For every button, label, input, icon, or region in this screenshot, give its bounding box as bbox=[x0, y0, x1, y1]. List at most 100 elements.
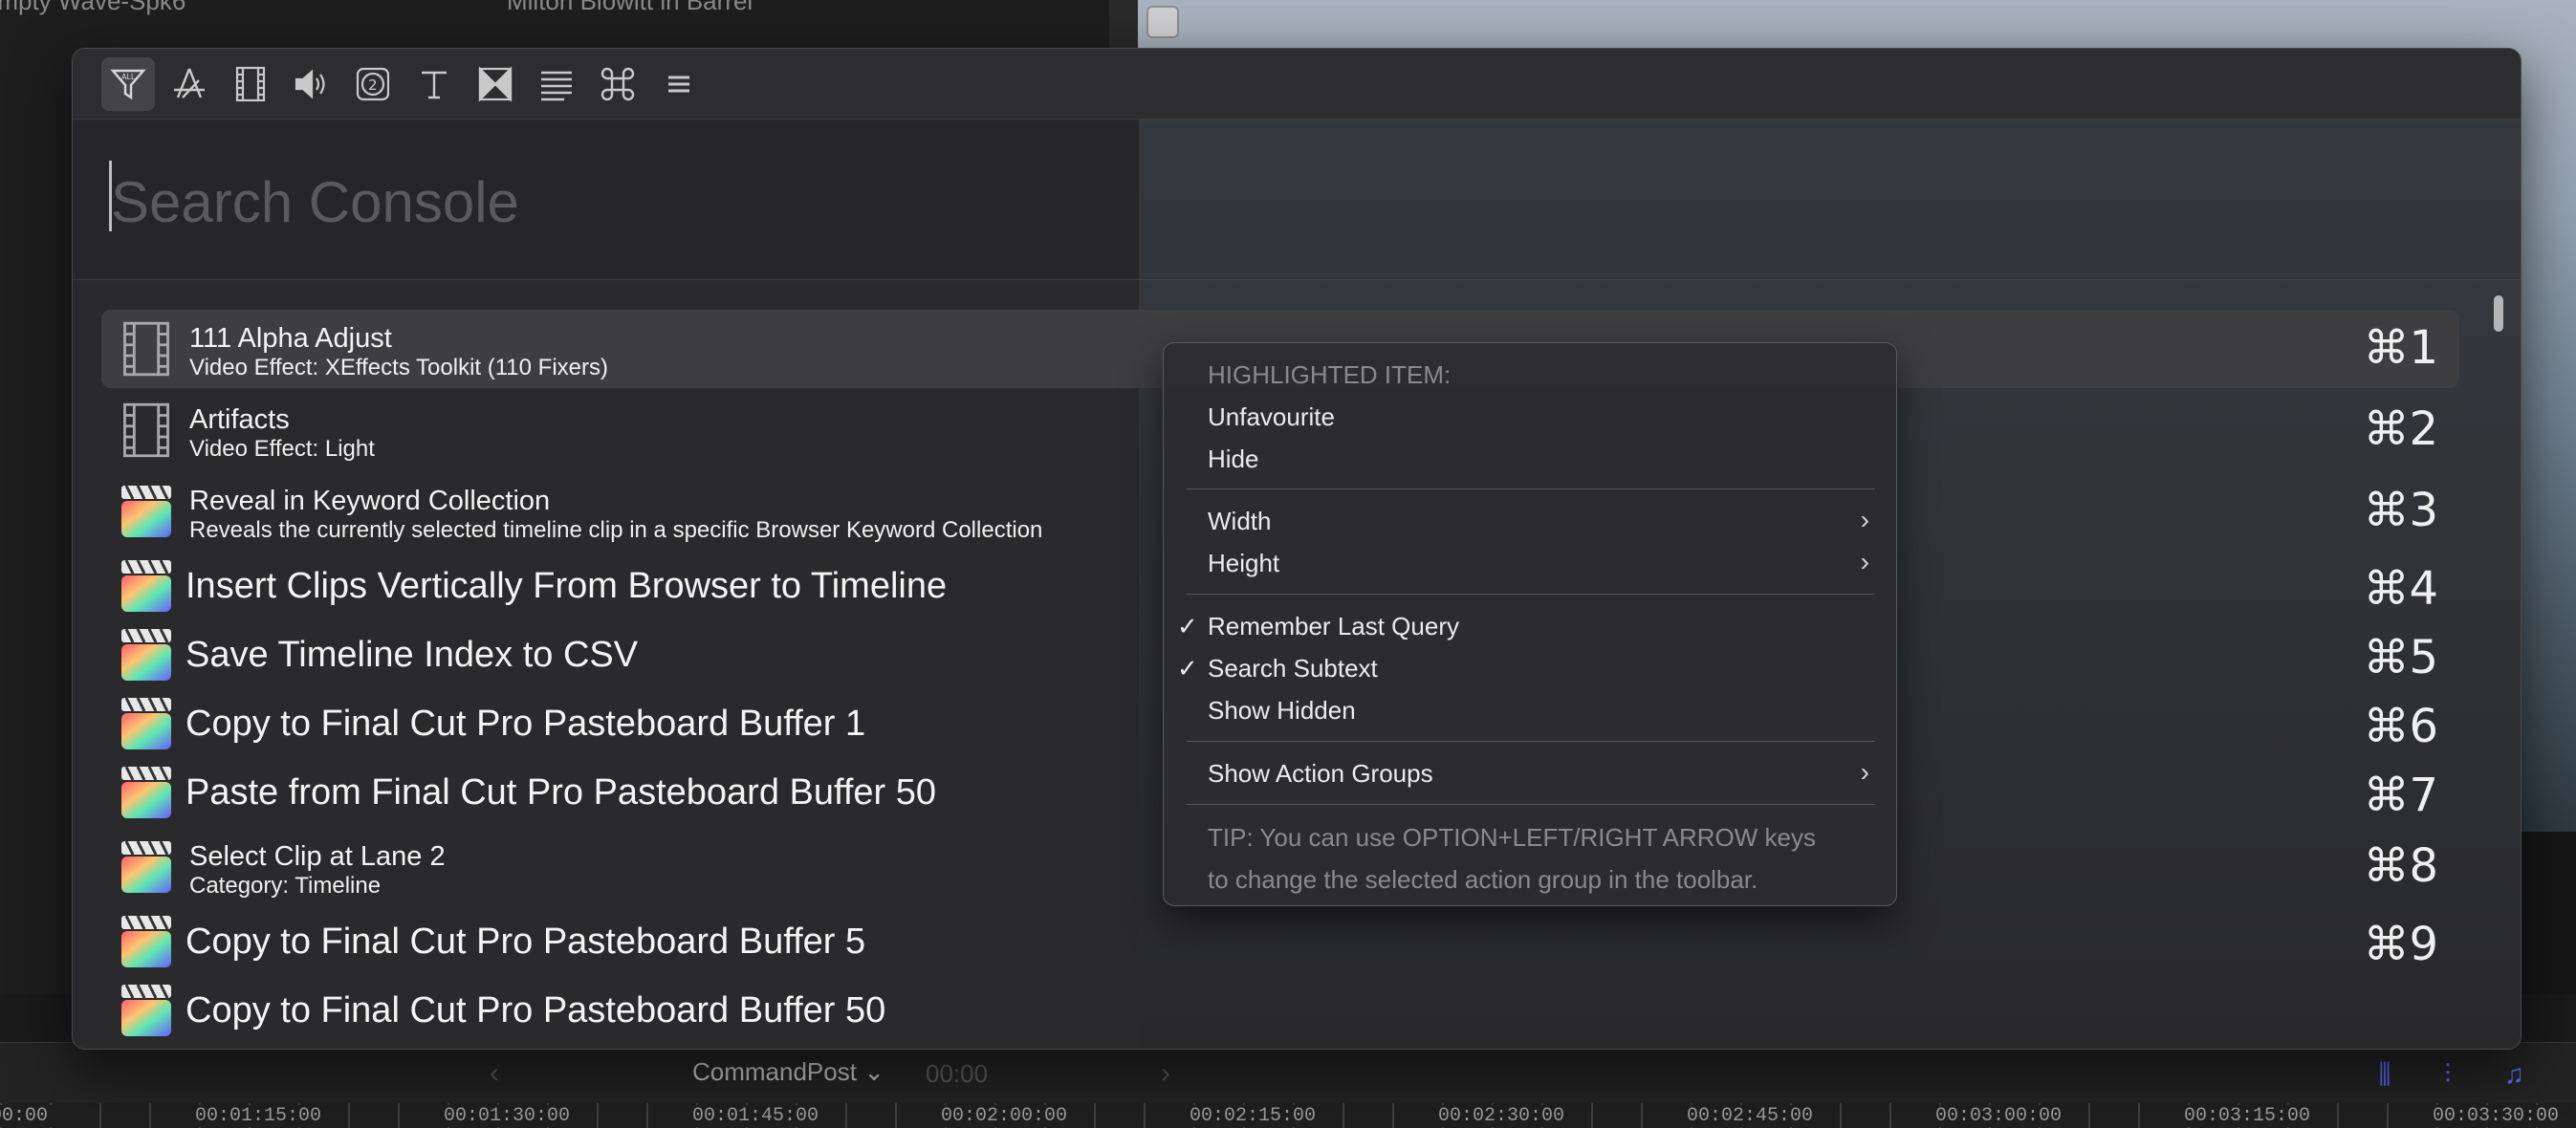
ruler-label: 00:01:45:00 bbox=[688, 1105, 823, 1127]
result-shortcut: ⌘8 bbox=[2363, 839, 2438, 893]
result-subtitle: Category: Timeline bbox=[189, 873, 382, 899]
ruler-label: 00:02:00:00 bbox=[937, 1105, 1072, 1127]
result-shortcut: ⌘3 bbox=[2363, 484, 2438, 537]
result-title: Insert Clips Vertically From Browser to … bbox=[186, 566, 948, 606]
checkmark-icon: ✓ bbox=[1177, 654, 1198, 683]
svg-text:2: 2 bbox=[368, 76, 378, 94]
final-cut-pro-icon bbox=[121, 766, 171, 818]
menu-tip-line: TIP: You can use OPTION+LEFT/RIGHT ARROW… bbox=[1208, 823, 1816, 852]
audio-effects-button[interactable] bbox=[285, 57, 338, 111]
hamburger-icon bbox=[668, 76, 689, 92]
result-shortcut: ⌘1 bbox=[2363, 321, 2438, 375]
project-name[interactable]: CommandPost ⌄ bbox=[692, 1057, 884, 1087]
menu-item-show-hidden[interactable]: Show Hidden bbox=[1208, 696, 1356, 726]
checkmark-icon: ✓ bbox=[1177, 612, 1198, 640]
result-title: Save Timeline Index to CSV bbox=[186, 635, 639, 675]
result-title: Copy to Final Cut Pro Pasteboard Buffer … bbox=[186, 704, 866, 744]
command-icon bbox=[600, 67, 635, 100]
final-cut-pro-icon bbox=[121, 840, 171, 893]
result-shortcut: ⌘4 bbox=[2363, 562, 2438, 616]
ruler-label: 00:01:30:00 bbox=[440, 1105, 575, 1127]
commands-button[interactable] bbox=[591, 57, 644, 111]
submenu-arrow-icon: › bbox=[1860, 547, 1869, 576]
menu-item-unfavourite[interactable]: Unfavourite bbox=[1208, 402, 1335, 432]
background-checkbox[interactable] bbox=[1146, 6, 1179, 38]
result-title: Artifacts bbox=[189, 404, 290, 435]
ruler-label: 00:02:30:00 bbox=[1434, 1105, 1569, 1127]
menu-item-height[interactable]: Height bbox=[1208, 549, 1279, 578]
result-title: 111 Alpha Adjust bbox=[189, 323, 392, 354]
result-title: Copy to Final Cut Pro Pasteboard Buffer … bbox=[186, 922, 866, 962]
result-subtitle: Video Effect: XEffects Toolkit (110 Fixe… bbox=[189, 355, 608, 380]
funnel-all-icon: ALL bbox=[110, 69, 146, 99]
menu-item-width[interactable]: Width bbox=[1208, 507, 1271, 536]
final-cut-pro-icon bbox=[121, 915, 171, 967]
ruler-label: 00:03:15:00 bbox=[2180, 1105, 2315, 1127]
transitions-button[interactable] bbox=[469, 57, 522, 111]
result-shortcut: ⌘6 bbox=[2363, 700, 2438, 753]
more-button[interactable] bbox=[652, 57, 706, 111]
final-cut-pro-icon bbox=[121, 559, 171, 612]
video-effects-button[interactable] bbox=[224, 57, 277, 111]
result-shortcut: ⌘9 bbox=[2363, 918, 2438, 971]
applications-button[interactable] bbox=[163, 57, 216, 111]
final-cut-pro-icon bbox=[121, 984, 171, 1036]
final-cut-pro-icon bbox=[121, 628, 171, 681]
submenu-arrow-icon: › bbox=[1860, 757, 1869, 787]
search-input[interactable] bbox=[109, 155, 1643, 249]
result-title: Copy to Final Cut Pro Pasteboard Buffer … bbox=[186, 990, 886, 1030]
timecode: 00:00 bbox=[926, 1059, 989, 1088]
titles-button[interactable] bbox=[407, 57, 461, 111]
result-row[interactable]: Copy to Final Cut Pro Pasteboard Buffer … bbox=[101, 977, 2459, 1044]
result-title: Select Clip at Lane 2 bbox=[189, 841, 446, 872]
scrollbar-thumb[interactable] bbox=[2494, 295, 2503, 332]
menu-header: HIGHLIGHTED ITEM: bbox=[1208, 360, 1452, 389]
menu-item-search-subtext[interactable]: Search Subtext bbox=[1208, 654, 1378, 683]
svg-text:ALL: ALL bbox=[121, 73, 136, 81]
menus-button[interactable] bbox=[530, 57, 583, 111]
result-subtitle: Reveals the currently selected timeline … bbox=[189, 517, 1043, 543]
ruler-label: 00:03:30:00 bbox=[2429, 1105, 2564, 1127]
timeline-ruler: 00:00 00:01:15:00 00:01:30:00 00:01:45:0… bbox=[0, 1103, 2576, 1128]
chevron-right-icon[interactable]: › bbox=[1161, 1057, 1170, 1090]
timeline-header-bar bbox=[0, 1042, 2576, 1104]
submenu-arrow-icon: › bbox=[1860, 505, 1869, 534]
menu-item-hide[interactable]: Hide bbox=[1208, 445, 1258, 474]
ruler-label: 00:02:15:00 bbox=[1186, 1105, 1321, 1127]
ruler-label: 00:00 bbox=[0, 1105, 53, 1127]
generator-icon: 2 bbox=[356, 67, 390, 100]
menu-separator bbox=[1187, 488, 1875, 489]
lines-icon bbox=[541, 71, 572, 100]
all-filter-button[interactable]: ALL bbox=[101, 56, 155, 111]
menu-tip-line: to change the selected action group in t… bbox=[1208, 865, 1758, 894]
generators-button[interactable]: 2 bbox=[346, 57, 400, 111]
chevron-down-icon: ⌄ bbox=[863, 1057, 884, 1086]
result-shortcut: ⌘7 bbox=[2363, 769, 2438, 822]
menu-separator bbox=[1187, 804, 1875, 805]
menu-separator bbox=[1187, 594, 1875, 595]
result-row[interactable]: Copy to Final Cut Pro Pasteboard Buffer … bbox=[101, 908, 2459, 975]
speaker-icon bbox=[295, 69, 325, 98]
background-clip-label: Milton Blowitt in Barrel bbox=[507, 0, 753, 15]
search-area bbox=[73, 120, 2521, 280]
menu-separator bbox=[1187, 741, 1875, 742]
ruler-label: 00:02:45:00 bbox=[1683, 1105, 1818, 1127]
background-clip-label: Empty Wave-Spk6 bbox=[0, 0, 186, 15]
final-cut-pro-icon bbox=[121, 485, 171, 537]
film-strip-icon bbox=[123, 402, 169, 458]
menu-item-remember-last-query[interactable]: Remember Last Query bbox=[1208, 612, 1459, 641]
app-store-icon bbox=[174, 68, 205, 98]
film-strip-icon bbox=[235, 66, 266, 101]
chevron-left-icon[interactable]: ‹ bbox=[490, 1057, 499, 1090]
result-title: Paste from Final Cut Pro Pasteboard Buff… bbox=[186, 772, 937, 813]
context-menu: HIGHLIGHTED ITEM: Unfavourite Hide Width… bbox=[1163, 342, 1897, 906]
text-cursor bbox=[109, 161, 112, 231]
result-shortcut: ⌘2 bbox=[2363, 402, 2438, 456]
timeline-view-icons[interactable]: ⫼ ⫶ ♫ bbox=[2379, 1059, 2547, 1091]
action-group-toolbar: ALL 2 bbox=[73, 49, 2521, 119]
result-subtitle: Video Effect: Light bbox=[189, 436, 375, 462]
title-t-icon bbox=[422, 71, 447, 98]
result-title: Reveal in Keyword Collection bbox=[189, 486, 551, 516]
film-strip-icon bbox=[123, 321, 169, 377]
menu-item-show-action-groups[interactable]: Show Action Groups bbox=[1208, 759, 1433, 789]
